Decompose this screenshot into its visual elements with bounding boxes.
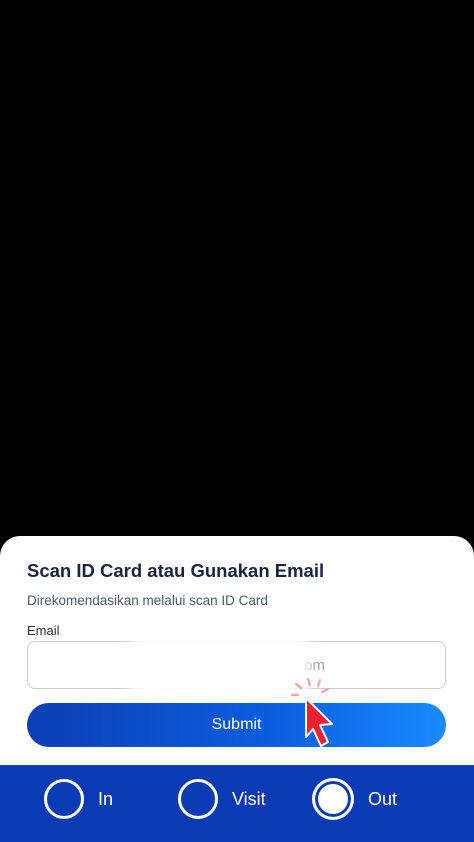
mode-visit-label: Visit [232,788,266,809]
mode-out-option[interactable]: Out [312,776,397,822]
submit-button[interactable]: Submit [27,703,446,747]
radio-selected-icon [312,778,354,820]
mode-visit-option[interactable]: Visit [178,776,266,822]
mode-bar: In Visit Out [0,765,474,842]
mode-in-label: In [98,788,114,809]
camera-viewfinder [0,0,474,560]
radio-circle-icon [178,779,218,819]
mode-out-label: Out [368,788,398,809]
mode-in-option[interactable]: In [44,776,113,822]
sheet-title: Scan ID Card atau Gunakan Email [27,560,325,581]
sheet-subtitle: Direkomendasikan melalui scan ID Card [27,593,268,608]
email-label: Email [27,623,60,638]
email-input[interactable] [27,641,446,689]
radio-circle-icon [44,779,84,819]
email-sheet: Scan ID Card atau Gunakan Email Direkome… [0,536,474,776]
